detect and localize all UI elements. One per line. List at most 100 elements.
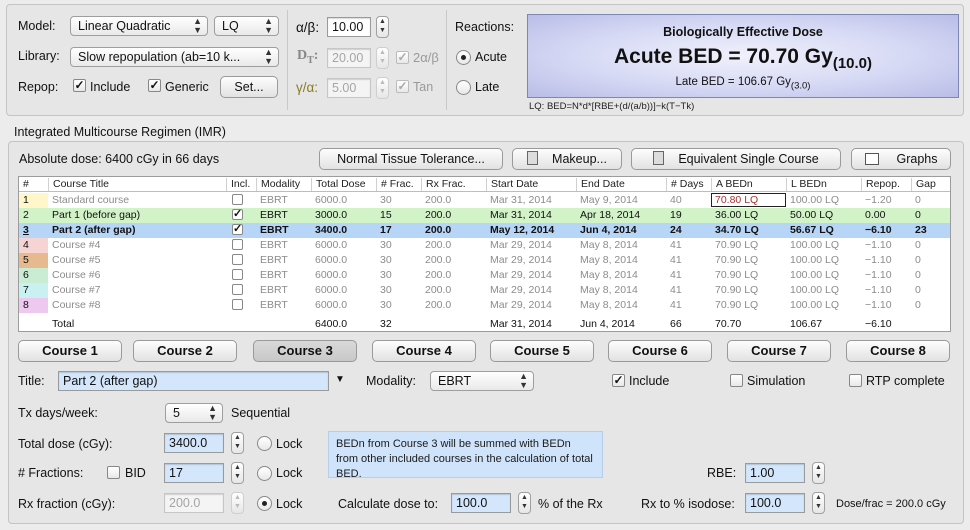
equivalent-single-course-button[interactable]: Equivalent Single Course [631,148,841,170]
calc-dose-label: Calculate dose to: [338,497,439,511]
tx-days-select[interactable]: 5 ▲ ▼ [165,403,223,423]
table-row[interactable]: 5 Course #5 EBRT 6000.0 30 200.0 Mar 29, 2014 M… [19,253,950,268]
table-include-checkbox[interactable]: ✓ [232,224,243,235]
table-row[interactable]: 8 Course #8 EBRT 6000.0 30 200.0 Mar 29, 2014 M… [19,298,950,313]
calc-dose-unit: % of the Rx [538,497,603,511]
total-start: Mar 31, 2014 [490,318,552,330]
isodose-stepper[interactable]: ▲ ▼ [812,492,825,514]
course-table[interactable]: # Course Title Incl. Modality Total Dose… [18,176,951,332]
course-5-button[interactable]: Course 5 [490,340,594,362]
makeup-button[interactable]: Makeup... [512,148,622,170]
table-include-checkbox[interactable] [232,269,243,280]
two-alpha-beta-checkbox[interactable]: ✓ [396,51,409,64]
table-cell-start-date: Mar 29, 2014 [490,269,552,281]
table-row[interactable]: 1 Standard course EBRT 6000.0 30 200.0 Mar 31,… [19,193,950,208]
repop-include-checkbox[interactable]: ✓ [73,79,86,92]
course-include-checkbox[interactable]: ✓ [612,374,625,387]
col-header-total-dose: Total Dose [311,178,366,191]
total-dose-stepper[interactable]: ▲ ▼ [231,432,244,454]
divider-vertical [446,10,447,110]
table-cell-a-bedn: 70.90 LQ [715,284,759,296]
table-include-checkbox[interactable] [232,299,243,310]
rbe-stepper[interactable]: ▲ ▼ [812,462,825,484]
table-cell-frac: 30 [380,194,392,206]
table-cell-num: 2 [23,209,29,221]
alpha-beta-stepper[interactable]: ▲ ▼ [376,16,389,38]
table-cell-repop: −6.10 [865,224,892,236]
table-cell-end-date: May 9, 2014 [580,194,638,206]
isodose-input[interactable]: 100.0 [745,493,805,513]
table-cell-frac: 30 [380,239,392,251]
table-include-checkbox[interactable]: ✓ [232,209,243,220]
course-4-button[interactable]: Course 4 [372,340,476,362]
calc-dose-stepper[interactable]: ▲ ▼ [518,492,531,514]
course-7-button[interactable]: Course 7 [727,340,831,362]
rx-fraction-input[interactable]: 200.0 [164,493,224,513]
table-include-checkbox[interactable] [232,254,243,265]
calc-dose-input[interactable]: 100.0 [451,493,511,513]
table-cell-rx-frac: 200.0 [425,269,452,281]
table-row[interactable]: 3 Part 2 (after gap) EBRT 3400.0 17 200.0 May … [19,223,950,238]
acute-label: Acute [475,50,507,64]
repop-generic-label: Generic [165,80,209,94]
title-dropdown-icon[interactable]: ▼ [335,374,345,385]
tan-checkbox[interactable]: ✓ [396,80,409,93]
gamma-alpha-input[interactable]: 5.00 [327,78,371,98]
table-row[interactable]: 2 Part 1 (before gap) EBRT 3000.0 15 200.0 Mar… [19,208,950,223]
repop-label: Repop: [18,80,59,94]
table-row[interactable]: 6 Course #6 EBRT 6000.0 30 200.0 Mar 29, 2014 M… [19,268,950,283]
library-select[interactable]: Slow repopulation (ab=10 k... ▲ ▼ [70,47,279,67]
course-2-button[interactable]: Course 2 [133,340,237,362]
rbe-input[interactable]: 1.00 [745,463,805,483]
repop-set-button[interactable]: Set... [220,76,278,98]
table-cell-frac: 17 [380,224,392,236]
course-6-button[interactable]: Course 6 [608,340,712,362]
table-include-checkbox[interactable] [232,284,243,295]
acute-radio[interactable] [456,50,471,65]
table-cell-a-bedn: 70.90 LQ [715,239,759,251]
table-cell-repop: −1.20 [865,194,892,206]
course-title-input[interactable]: Part 2 (after gap) [58,371,329,391]
table-include-checkbox[interactable] [232,239,243,250]
table-cell-a-bedn: 70.90 LQ [715,269,759,281]
model-select[interactable]: Linear Quadratic ▲ ▼ [70,16,208,36]
table-cell-rx-frac: 200.0 [425,254,452,266]
rx-fraction-lock-radio[interactable] [257,496,272,511]
course-3-button[interactable]: Course 3 [253,340,357,362]
course-8-button[interactable]: Course 8 [846,340,950,362]
table-cell-start-date: Mar 29, 2014 [490,239,552,251]
table-cell-title: Standard course [52,194,130,206]
bid-checkbox[interactable] [107,466,120,479]
fractions-lock-radio[interactable] [257,466,272,481]
table-cell-days: 40 [670,194,682,206]
course-1-button[interactable]: Course 1 [18,340,122,362]
gamma-alpha-stepper[interactable]: ▲ ▼ [376,77,389,99]
rtp-complete-label: RTP complete [866,374,945,388]
simulation-checkbox[interactable] [730,374,743,387]
table-row[interactable]: 7 Course #7 EBRT 6000.0 30 200.0 Mar 29, 2014 M… [19,283,950,298]
dt-input[interactable]: 20.00 [327,48,371,68]
dt-stepper[interactable]: ▲ ▼ [376,47,389,69]
col-header-repop: Repop. [861,178,900,191]
rx-fraction-stepper[interactable]: ▲ ▼ [231,492,244,514]
total-end: Jun 4, 2014 [580,318,635,330]
late-radio[interactable] [456,80,471,95]
fractions-input[interactable]: 17 [164,463,224,483]
table-include-checkbox[interactable] [232,194,243,205]
normal-tissue-tolerance-button[interactable]: Normal Tissue Tolerance... [319,148,503,170]
graphs-button[interactable]: Graphs [851,148,951,170]
table-row[interactable]: 4 Course #4 EBRT 6000.0 30 200.0 Mar 29, 2014 M… [19,238,950,253]
table-cell-repop: −1.10 [865,299,892,311]
alpha-beta-input[interactable]: 10.00 [327,17,371,37]
col-header-a-bedn: A BEDn [711,178,753,191]
fractions-stepper[interactable]: ▲ ▼ [231,462,244,484]
rtp-complete-checkbox[interactable] [849,374,862,387]
total-repop: −6.10 [865,318,892,330]
model-code-select[interactable]: LQ ▲ ▼ [214,16,279,36]
total-dose-input[interactable]: 3400.0 [164,433,224,453]
total-dose-lock-radio[interactable] [257,436,272,451]
repop-generic-checkbox[interactable]: ✓ [148,79,161,92]
table-cell-l-bedn: 100.00 LQ [790,194,840,206]
modality-select[interactable]: EBRT ▲ ▼ [430,371,534,391]
calculator-icon [653,151,665,165]
